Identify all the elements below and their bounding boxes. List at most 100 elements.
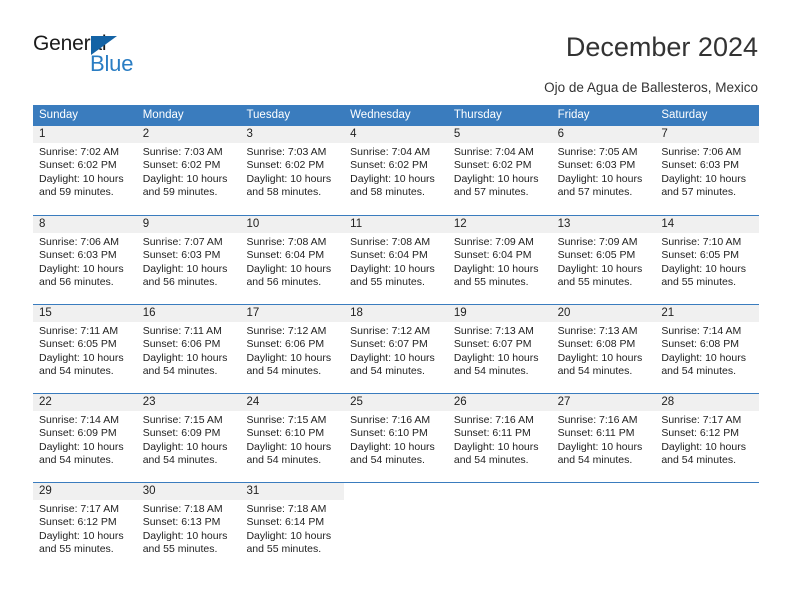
day-cell-empty xyxy=(551,483,656,571)
daylight-text-line2: and 55 minutes. xyxy=(350,276,425,289)
weekday-header-thursday: Thursday xyxy=(453,109,502,121)
daylight-text-line1: Daylight: 10 hours xyxy=(142,440,228,453)
daylight-text-line2: and 54 minutes. xyxy=(39,365,114,378)
day-cell[interactable]: 1 Sunrise: 7:02 AM Sunset: 6:02 PM Dayli… xyxy=(33,126,137,215)
sunset-text: Sunset: 6:04 PM xyxy=(246,249,325,262)
day-cell[interactable]: 3 Sunrise: 7:03 AM Sunset: 6:02 PM Dayli… xyxy=(240,126,345,215)
daylight-text-line1: Daylight: 10 hours xyxy=(39,440,124,453)
day-cell[interactable]: 22 Sunrise: 7:14 AM Sunset: 6:09 PM Dayl… xyxy=(33,394,137,482)
daylight-text-line2: and 59 minutes. xyxy=(39,186,114,199)
daylight-text-line2: and 54 minutes. xyxy=(453,365,529,378)
sunrise-text: Sunrise: 7:13 AM xyxy=(453,325,534,337)
day-cell[interactable]: 10 Sunrise: 7:08 AM Sunset: 6:04 PM Dayl… xyxy=(240,216,345,304)
day-number: 24 xyxy=(240,394,345,411)
daylight-text-line1: Daylight: 10 hours xyxy=(453,262,539,275)
daylight-text-line1: Daylight: 10 hours xyxy=(39,262,124,275)
daylight-text-line1: Daylight: 10 hours xyxy=(246,440,332,453)
sunrise-text: Sunrise: 7:15 AM xyxy=(246,414,327,426)
day-cell[interactable]: 4 Sunrise: 7:04 AM Sunset: 6:02 PM Dayli… xyxy=(344,126,448,215)
day-number: 28 xyxy=(655,394,760,411)
day-cell[interactable]: 26 Sunrise: 7:16 AM Sunset: 6:11 PM Dayl… xyxy=(447,394,552,482)
sunset-text: Sunset: 6:02 PM xyxy=(246,159,325,172)
daylight-text-line1: Daylight: 10 hours xyxy=(39,351,124,364)
day-cell[interactable]: 9 Sunrise: 7:07 AM Sunset: 6:03 PM Dayli… xyxy=(136,216,241,304)
day-cell[interactable]: 6 Sunrise: 7:05 AM Sunset: 6:03 PM Dayli… xyxy=(551,126,656,215)
calendar-week-row: 29 Sunrise: 7:17 AM Sunset: 6:12 PM Dayl… xyxy=(33,482,760,571)
sunset-text: Sunset: 6:10 PM xyxy=(350,427,428,440)
sunrise-text: Sunrise: 7:05 AM xyxy=(557,146,638,158)
day-details: Sunrise: 7:05 AM Sunset: 6:03 PM Dayligh… xyxy=(552,143,656,200)
daylight-text-line2: and 55 minutes. xyxy=(39,543,114,556)
day-number: 30 xyxy=(136,483,241,500)
calendar-page: General Blue December 2024 Ojo de Agua d… xyxy=(0,0,792,612)
sunrise-text: Sunrise: 7:16 AM xyxy=(557,414,638,426)
day-cell[interactable]: 19 Sunrise: 7:13 AM Sunset: 6:07 PM Dayl… xyxy=(447,305,552,393)
page-subtitle-location: Ojo de Agua de Ballesteros, Mexico xyxy=(544,80,758,95)
day-cell[interactable]: 27 Sunrise: 7:16 AM Sunset: 6:11 PM Dayl… xyxy=(551,394,656,482)
daylight-text-line1: Daylight: 10 hours xyxy=(557,172,643,185)
daylight-text-line2: and 54 minutes. xyxy=(661,365,737,378)
day-number: 20 xyxy=(551,305,656,322)
day-cell[interactable]: 13 Sunrise: 7:09 AM Sunset: 6:05 PM Dayl… xyxy=(551,216,656,304)
day-cell[interactable]: 23 Sunrise: 7:15 AM Sunset: 6:09 PM Dayl… xyxy=(136,394,241,482)
sunset-text: Sunset: 6:08 PM xyxy=(557,338,636,351)
daylight-text-line1: Daylight: 10 hours xyxy=(453,351,539,364)
day-cell[interactable]: 12 Sunrise: 7:09 AM Sunset: 6:04 PM Dayl… xyxy=(447,216,552,304)
sunrise-text: Sunrise: 7:18 AM xyxy=(142,503,223,515)
day-cell[interactable]: 14 Sunrise: 7:10 AM Sunset: 6:05 PM Dayl… xyxy=(655,216,760,304)
sunrise-text: Sunrise: 7:09 AM xyxy=(453,236,534,248)
day-cell[interactable]: 7 Sunrise: 7:06 AM Sunset: 6:03 PM Dayli… xyxy=(655,126,760,215)
sunrise-text: Sunrise: 7:02 AM xyxy=(39,146,119,158)
day-cell[interactable]: 2 Sunrise: 7:03 AM Sunset: 6:02 PM Dayli… xyxy=(136,126,241,215)
daylight-text-line1: Daylight: 10 hours xyxy=(453,172,539,185)
day-cell[interactable]: 25 Sunrise: 7:16 AM Sunset: 6:10 PM Dayl… xyxy=(344,394,448,482)
day-details: Sunrise: 7:10 AM Sunset: 6:05 PM Dayligh… xyxy=(655,233,759,290)
sunset-text: Sunset: 6:05 PM xyxy=(39,338,117,351)
day-cell[interactable]: 29 Sunrise: 7:17 AM Sunset: 6:12 PM Dayl… xyxy=(33,483,137,571)
day-cell[interactable]: 18 Sunrise: 7:12 AM Sunset: 6:07 PM Dayl… xyxy=(344,305,448,393)
day-cell[interactable]: 24 Sunrise: 7:15 AM Sunset: 6:10 PM Dayl… xyxy=(240,394,345,482)
daylight-text-line1: Daylight: 10 hours xyxy=(453,440,539,453)
daylight-text-line1: Daylight: 10 hours xyxy=(350,262,435,275)
day-details: Sunrise: 7:06 AM Sunset: 6:03 PM Dayligh… xyxy=(33,233,137,290)
sunset-text: Sunset: 6:05 PM xyxy=(661,249,739,262)
daylight-text-line2: and 55 minutes. xyxy=(246,543,322,556)
daylight-text-line2: and 54 minutes. xyxy=(557,454,633,467)
day-number: 2 xyxy=(136,126,241,143)
weekday-header-tuesday: Tuesday xyxy=(246,109,291,121)
day-cell[interactable]: 17 Sunrise: 7:12 AM Sunset: 6:06 PM Dayl… xyxy=(240,305,345,393)
daylight-text-line2: and 54 minutes. xyxy=(557,365,633,378)
day-cell[interactable]: 5 Sunrise: 7:04 AM Sunset: 6:02 PM Dayli… xyxy=(447,126,552,215)
daylight-text-line2: and 59 minutes. xyxy=(142,186,218,199)
daylight-text-line1: Daylight: 10 hours xyxy=(661,440,746,453)
sunset-text: Sunset: 6:03 PM xyxy=(661,159,739,172)
sunrise-text: Sunrise: 7:18 AM xyxy=(246,503,327,515)
general-blue-logo[interactable]: General Blue xyxy=(33,32,243,84)
day-details: Sunrise: 7:08 AM Sunset: 6:04 PM Dayligh… xyxy=(240,233,344,290)
day-cell[interactable]: 21 Sunrise: 7:14 AM Sunset: 6:08 PM Dayl… xyxy=(655,305,760,393)
daylight-text-line2: and 57 minutes. xyxy=(557,186,633,199)
sunset-text: Sunset: 6:06 PM xyxy=(246,338,325,351)
day-cell[interactable]: 8 Sunrise: 7:06 AM Sunset: 6:03 PM Dayli… xyxy=(33,216,137,304)
daylight-text-line1: Daylight: 10 hours xyxy=(246,529,332,542)
day-cell[interactable]: 30 Sunrise: 7:18 AM Sunset: 6:13 PM Dayl… xyxy=(136,483,241,571)
sunrise-text: Sunrise: 7:06 AM xyxy=(39,236,119,248)
day-details: Sunrise: 7:14 AM Sunset: 6:09 PM Dayligh… xyxy=(33,411,137,468)
day-number xyxy=(344,483,448,500)
daylight-text-line2: and 54 minutes. xyxy=(142,454,218,467)
day-cell[interactable]: 28 Sunrise: 7:17 AM Sunset: 6:12 PM Dayl… xyxy=(655,394,760,482)
day-cell[interactable]: 31 Sunrise: 7:18 AM Sunset: 6:14 PM Dayl… xyxy=(240,483,345,571)
daylight-text-line1: Daylight: 10 hours xyxy=(557,351,643,364)
day-details: Sunrise: 7:11 AM Sunset: 6:06 PM Dayligh… xyxy=(137,322,241,379)
weekday-header-monday: Monday xyxy=(142,109,184,121)
weekday-header-saturday: Saturday xyxy=(661,109,708,121)
day-cell[interactable]: 16 Sunrise: 7:11 AM Sunset: 6:06 PM Dayl… xyxy=(136,305,241,393)
daylight-text-line1: Daylight: 10 hours xyxy=(39,529,124,542)
day-details: Sunrise: 7:15 AM Sunset: 6:10 PM Dayligh… xyxy=(240,411,344,468)
sunrise-text: Sunrise: 7:17 AM xyxy=(39,503,119,515)
sunset-text: Sunset: 6:08 PM xyxy=(661,338,739,351)
daylight-text-line2: and 54 minutes. xyxy=(350,454,425,467)
day-cell[interactable]: 15 Sunrise: 7:11 AM Sunset: 6:05 PM Dayl… xyxy=(33,305,137,393)
day-cell[interactable]: 20 Sunrise: 7:13 AM Sunset: 6:08 PM Dayl… xyxy=(551,305,656,393)
day-cell[interactable]: 11 Sunrise: 7:08 AM Sunset: 6:04 PM Dayl… xyxy=(344,216,448,304)
